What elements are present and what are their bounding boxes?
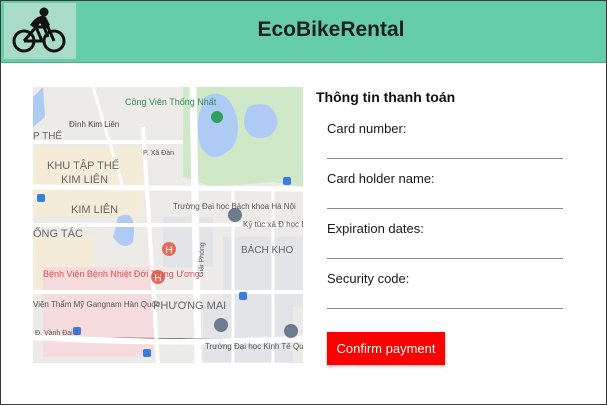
app-window: EcoBikeRental H H Công Viên Thống Nhất Đ… xyxy=(0,0,607,405)
security-code-field: Security code: xyxy=(327,271,563,309)
card-holder-field: Card holder name: xyxy=(327,171,563,209)
payment-form: Thông tin thanh toán Card number: Card h… xyxy=(316,87,576,365)
expiration-label: Expiration dates: xyxy=(327,221,424,236)
map-label-park: Công Viên Thống Nhất xyxy=(125,97,217,107)
map-label-vanh-dai: Đ. Vành Đai 2 xyxy=(35,330,79,337)
map-label-ky-tuc-xa: Ký túc xá Đ học Bách kh xyxy=(243,220,303,229)
map-label-kim-lien-1: KIM LIÊN xyxy=(61,173,108,186)
app-title: EcoBikeRental xyxy=(257,18,405,41)
confirm-payment-button[interactable]: Confirm payment xyxy=(327,332,445,365)
map-label-kinh-te-uni: Trường Đại học Kinh Tế Quốc Dân xyxy=(205,342,303,351)
map-label-vien-tham-my: Viện Thẩm Mỹ Gangnam Hàn Quốc xyxy=(33,300,160,309)
map-label-giai-phong: Giải Phóng xyxy=(198,242,206,277)
map-label-xa-dan: P. Xã Đàn xyxy=(143,150,174,157)
payment-form-title: Thông tin thanh toán xyxy=(316,89,456,105)
svg-text:H: H xyxy=(165,245,172,256)
card-number-label: Card number: xyxy=(327,121,407,136)
map-label-tap-the-top: P THỂ xyxy=(33,129,62,142)
map-label-hospital: Bệnh Viện Bệnh Nhiệt Đới Trung Ương xyxy=(43,269,200,279)
expiration-input[interactable] xyxy=(327,240,563,259)
map-label-bach-khoa-uni: Trường Đại học Bách khoa Hà Nội xyxy=(173,202,296,211)
card-number-field: Card number: xyxy=(327,121,563,159)
map-view[interactable]: H H Công Viên Thống Nhất Đình Kim Liên P… xyxy=(33,87,303,363)
card-number-input[interactable] xyxy=(327,140,563,159)
map-label-phuong-mai: PHƯƠNG MAI xyxy=(153,300,226,312)
map-label-dinh-kim-lien: Đình Kim Liên xyxy=(69,120,119,129)
app-header: EcoBikeRental xyxy=(1,1,606,63)
map-label-khu-tap-the: KHU TẬP THỂ xyxy=(47,159,119,172)
map-label-kim-lien-2: KIM LIÊN xyxy=(71,203,118,216)
security-code-input[interactable] xyxy=(327,290,563,309)
map-label-bach-khoa-area: BÁCH KHO xyxy=(241,243,293,256)
security-code-label: Security code: xyxy=(327,271,410,286)
card-holder-input[interactable] xyxy=(327,190,563,209)
map-label-ong-tac: ỐNG TÁC xyxy=(33,226,83,240)
expiration-field: Expiration dates: xyxy=(327,221,563,259)
card-holder-label: Card holder name: xyxy=(327,171,435,186)
